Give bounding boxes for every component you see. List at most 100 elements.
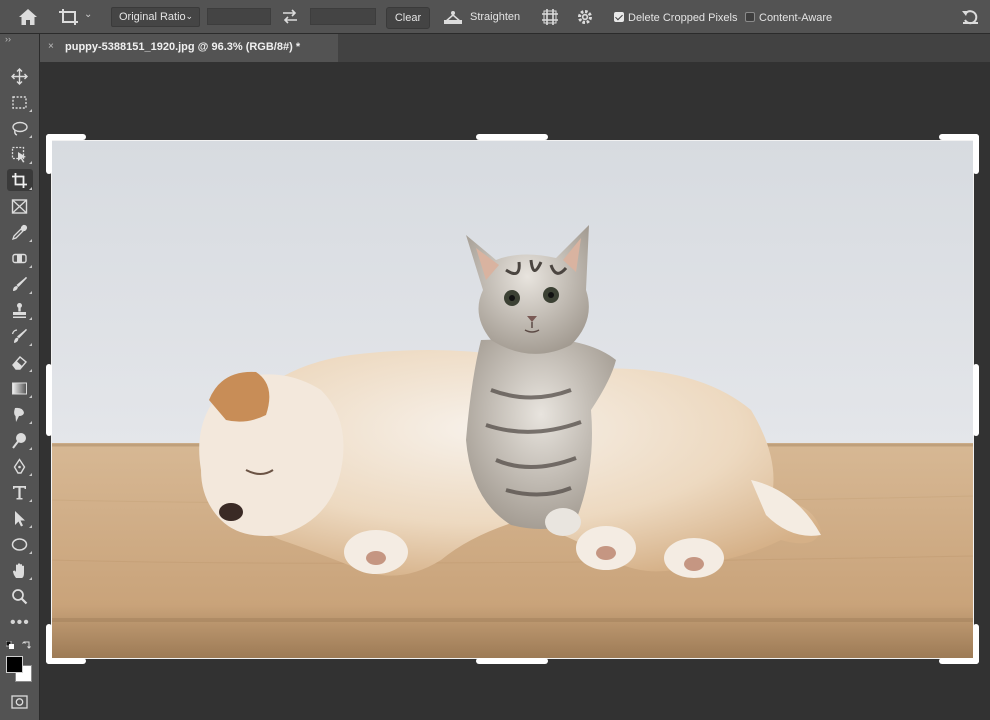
ellipse-icon (11, 538, 28, 551)
crop-handle-left[interactable] (46, 364, 52, 436)
tool-group-indicator (29, 317, 32, 320)
crop-handle-top-left[interactable] (46, 134, 86, 140)
object-selection-tool[interactable] (7, 143, 33, 165)
crop-tool-icon[interactable] (58, 8, 80, 26)
overlay-grid-icon[interactable] (541, 8, 559, 26)
straighten-icon[interactable] (443, 9, 463, 25)
healing-tool[interactable] (7, 247, 33, 269)
quick-mask-icon[interactable] (11, 695, 28, 709)
clear-button[interactable]: Clear (386, 7, 430, 29)
tool-group-indicator (29, 421, 32, 424)
tool-group-indicator (29, 447, 32, 450)
brush-icon (13, 276, 28, 291)
ellipse-tool[interactable] (7, 533, 33, 555)
eyedropper-tool[interactable] (7, 221, 33, 243)
swap-icon[interactable] (282, 9, 298, 24)
delete-cropped-label[interactable]: Delete Cropped Pixels (628, 12, 737, 24)
stamp-icon (13, 303, 26, 318)
crop-icon (12, 173, 27, 188)
crop-handle-top-right-v[interactable] (973, 134, 979, 174)
crop-handle-top-left-v[interactable] (46, 134, 52, 174)
home-icon[interactable] (18, 8, 38, 26)
frame-tool[interactable] (7, 195, 33, 217)
width-field[interactable] (207, 8, 271, 25)
object-selection-icon (11, 146, 26, 163)
gear-icon[interactable] (576, 8, 594, 26)
hand-tool[interactable] (7, 559, 33, 581)
crop-handle-right[interactable] (973, 364, 979, 436)
tool-group-indicator (29, 551, 32, 554)
more-tools-icon[interactable]: ••• (10, 614, 30, 632)
swap-colors-icon[interactable] (22, 640, 32, 650)
height-field[interactable] (310, 8, 376, 25)
tool-group-indicator (29, 187, 32, 190)
type-tool[interactable] (7, 481, 33, 503)
zoom-icon (12, 589, 28, 605)
panel-collapse-icon[interactable]: ›› (5, 34, 11, 44)
move-tool[interactable] (7, 65, 33, 87)
zoom-tool[interactable] (7, 585, 33, 607)
tool-group-indicator (29, 577, 32, 580)
content-aware-checkbox[interactable] (745, 12, 755, 22)
type-icon (13, 486, 26, 500)
marquee-tool[interactable] (7, 91, 33, 113)
crop-handle-top[interactable] (476, 134, 548, 140)
clone-stamp-tool[interactable] (7, 299, 33, 321)
chevron-down-icon: ⌄ (185, 11, 193, 21)
blur-icon (14, 407, 24, 422)
foreground-color-swatch[interactable] (6, 656, 23, 673)
hand-icon (13, 563, 24, 578)
gradient-icon (12, 382, 27, 395)
document-title: puppy-5388151_1920.jpg @ 96.3% (RGB/8#) … (65, 41, 301, 53)
eraser-icon (12, 356, 27, 370)
document-tab[interactable]: × puppy-5388151_1920.jpg @ 96.3% (RGB/8#… (40, 34, 338, 62)
path-selection-tool[interactable] (7, 507, 33, 529)
gradient-tool[interactable] (7, 377, 33, 399)
tool-group-indicator (29, 239, 32, 242)
history-brush-icon (11, 328, 27, 343)
document-tab-bar: × puppy-5388151_1920.jpg @ 96.3% (RGB/8#… (40, 34, 990, 62)
eyedropper-icon (11, 224, 28, 241)
tool-group-indicator (29, 525, 32, 528)
tool-group-indicator (29, 265, 32, 268)
crop-handle-bottom-right-v[interactable] (973, 624, 979, 664)
brush-tool[interactable] (7, 273, 33, 295)
straighten-label[interactable]: Straighten (470, 11, 520, 23)
pen-icon (13, 458, 26, 474)
lasso-tool[interactable] (7, 117, 33, 139)
history-brush-tool[interactable] (7, 325, 33, 347)
crop-handle-bottom-left[interactable] (46, 658, 86, 664)
dodge-tool[interactable] (7, 429, 33, 451)
options-bar: ⌄ Original Ratio ⌄ Clear Straighten Dele… (0, 0, 990, 34)
tool-group-indicator (29, 473, 32, 476)
marquee-icon (12, 96, 27, 109)
tool-group-indicator (29, 109, 32, 112)
ratio-select[interactable]: Original Ratio ⌄ (111, 7, 200, 27)
chevron-down-icon[interactable]: ⌄ (84, 9, 94, 23)
canvas-area[interactable] (40, 62, 990, 720)
content-aware-label[interactable]: Content-Aware (759, 12, 832, 24)
tool-group-indicator (29, 499, 32, 502)
tool-group-indicator (29, 135, 32, 138)
lasso-icon (12, 121, 28, 136)
tool-group-indicator (29, 395, 32, 398)
document-image (51, 140, 974, 659)
blur-tool[interactable] (7, 403, 33, 425)
close-icon[interactable]: × (48, 41, 54, 52)
tool-group-indicator (29, 291, 32, 294)
crop-handle-bottom[interactable] (476, 658, 548, 664)
delete-cropped-checkbox[interactable] (614, 12, 624, 22)
tool-group-indicator (29, 369, 32, 372)
crop-handle-bottom-left-v[interactable] (46, 624, 52, 664)
crop-tool[interactable] (7, 169, 33, 191)
eraser-tool[interactable] (7, 351, 33, 373)
reset-icon[interactable] (961, 9, 980, 25)
healing-icon (12, 253, 27, 264)
tools-panel: ›› ••• (0, 34, 40, 720)
tool-group-indicator (29, 161, 32, 164)
pen-tool[interactable] (7, 455, 33, 477)
default-colors-icon[interactable] (6, 641, 14, 649)
tool-group-indicator (29, 343, 32, 346)
frame-icon (11, 199, 28, 214)
ratio-value: Original Ratio (119, 11, 186, 23)
